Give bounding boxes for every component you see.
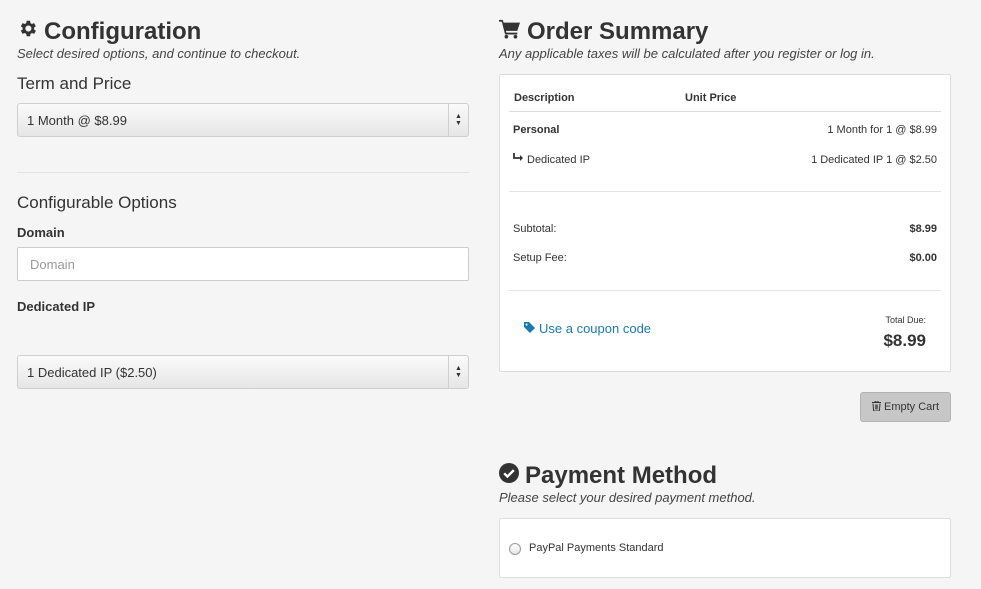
line-item: Personal 1 Month for 1 @ $8.99 [513,124,937,136]
check-circle-icon [499,462,519,490]
dedicated-ip-label: Dedicated IP [17,299,96,314]
coupon-link[interactable]: Use a coupon code [524,321,651,336]
subtotal-row: Subtotal: $8.99 [513,223,937,235]
payment-title: Payment Method [499,462,717,490]
empty-cart-button[interactable]: Empty Cart [860,392,951,422]
configurable-options-heading: Configurable Options [17,193,177,212]
total-due: Total Due: $8.99 [883,315,926,351]
header-divider [509,111,941,112]
domain-label: Domain [17,225,65,240]
line-item: Dedicated IP 1 Dedicated IP 1 @ $2.50 [513,153,937,166]
order-summary-panel: Description Unit Price Personal 1 Month … [499,74,951,372]
setup-fee-row: Setup Fee: $0.00 [513,252,937,264]
select-arrows-icon: ▲ ▼ [448,104,468,136]
payment-title-text: Payment Method [525,462,718,489]
line-item-price: 1 Dedicated IP 1 @ $2.50 [811,153,937,166]
subtotal-label: Subtotal: [513,223,557,235]
col-unit-price: Unit Price [685,92,737,104]
setup-fee-label: Setup Fee: [513,252,567,264]
col-description: Description [514,92,575,104]
payment-subtitle: Please select your desired payment metho… [499,490,756,505]
coupon-label: Use a coupon code [539,321,652,336]
items-divider [509,191,941,192]
trash-icon [871,400,881,414]
term-price-label: Term and Price [17,74,132,93]
line-item-price: 1 Month for 1 @ $8.99 [827,124,937,136]
domain-input[interactable] [17,247,469,281]
order-summary-title-text: Order Summary [527,18,709,45]
line-item-name: Dedicated IP [527,153,590,166]
setup-fee-value: $0.00 [909,252,937,264]
payment-options-panel: PayPal Payments Standard [499,518,951,578]
configuration-title-text: Configuration [44,18,202,45]
payment-radio[interactable] [509,543,521,555]
configuration-subtitle: Select desired options, and continue to … [17,46,301,61]
order-summary-title: Order Summary [499,18,708,46]
dedicated-ip-select[interactable]: 1 Dedicated IP ($2.50) ▲ ▼ [17,355,469,389]
configuration-header: Configuration [17,18,201,46]
order-summary-header: Order Summary [499,18,708,46]
cart-icon [499,18,521,46]
gear-icon [17,18,38,46]
payment-option[interactable]: PayPal Payments Standard [509,541,664,555]
term-price-select[interactable]: 1 Month @ $8.99 ▲ ▼ [17,103,469,137]
configuration-title: Configuration [17,18,201,46]
totals-divider [509,290,941,291]
total-due-label: Total Due: [885,315,926,325]
dedicated-ip-value: 1 Dedicated IP ($2.50) [27,364,157,380]
term-price-value: 1 Month @ $8.99 [27,112,127,128]
payment-header: Payment Method [499,462,717,490]
tag-icon [524,321,535,336]
section-divider [17,172,469,173]
payment-option-label: PayPal Payments Standard [529,542,664,554]
empty-cart-label: Empty Cart [883,401,939,413]
arrow-return-icon [513,153,524,166]
subtotal-value: $8.99 [909,223,937,235]
select-arrows-icon: ▲ ▼ [448,356,468,388]
line-item-name: Personal [513,124,560,136]
order-summary-subtitle: Any applicable taxes will be calculated … [499,46,875,61]
total-due-value: $8.99 [883,331,926,350]
